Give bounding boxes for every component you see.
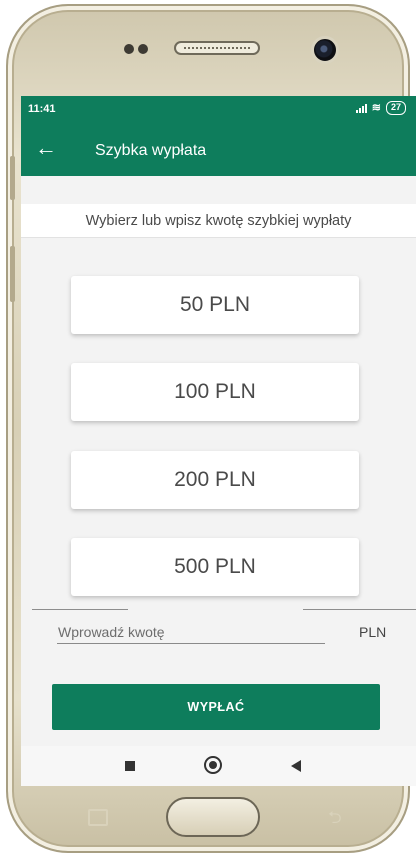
volume-down-key [10, 246, 15, 302]
app-bar: ← Szybka wypłata [21, 122, 416, 176]
amount-button-100[interactable]: 100 PLN [71, 363, 359, 421]
hardware-back-key: ⮌ [328, 808, 342, 827]
amount-button-200[interactable]: 200 PLN [71, 451, 359, 509]
page-title: Szybka wypłata [95, 142, 207, 159]
top-bezel [8, 6, 412, 98]
amount-input[interactable] [57, 620, 325, 644]
back-triangle-icon[interactable] [291, 760, 301, 772]
hardware-home-key [166, 797, 260, 837]
currency-label: PLN [359, 624, 387, 640]
divider-left [32, 609, 128, 610]
earpiece-speaker [174, 41, 260, 55]
home-icon[interactable] [204, 756, 222, 774]
amount-button-500[interactable]: 500 PLN [71, 538, 359, 596]
front-camera [311, 36, 339, 64]
recent-apps-icon[interactable] [125, 761, 135, 771]
signal-icon [355, 103, 367, 113]
hardware-recent-key [88, 809, 108, 826]
amount-button-50[interactable]: 50 PLN [71, 276, 359, 334]
instruction-bar: Wybierz lub wpisz kwotę szybkiej wypłaty [21, 204, 416, 238]
withdraw-button[interactable]: WYPŁAĆ [52, 684, 380, 730]
status-icons: ≋ 27 [355, 101, 406, 115]
wifi-icon: ≋ [371, 102, 381, 114]
proximity-sensor [124, 44, 134, 54]
battery-icon: 27 [385, 101, 406, 115]
arrow-left-icon[interactable]: ← [35, 137, 57, 159]
divider-right [303, 609, 416, 610]
status-time: 11:41 [28, 103, 56, 115]
volume-up-key [10, 156, 15, 200]
instruction-text: Wybierz lub wpisz kwotę szybkiej wypłaty [85, 213, 352, 229]
system-nav-bar [21, 746, 416, 786]
screen: 11:41 ≋ 27 ← Szybka wypłata Wybierz lub … [21, 96, 416, 786]
light-sensor [138, 44, 148, 54]
status-bar: 11:41 ≋ 27 [21, 96, 416, 122]
